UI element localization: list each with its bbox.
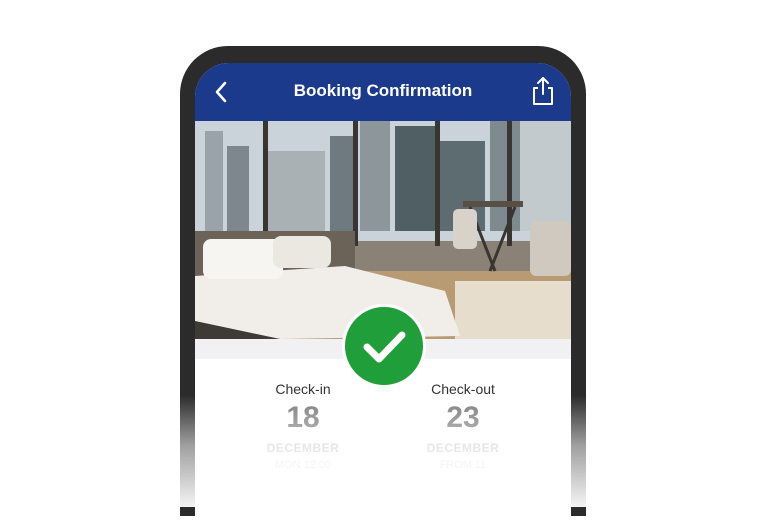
checkin-time: MON 12:00	[274, 459, 332, 471]
share-button[interactable]	[529, 75, 557, 107]
page-title: Booking Confirmation	[293, 81, 473, 100]
checkin-month: DECEMBER	[266, 441, 340, 455]
app-screen: Booking Confirmation Check-in 18 DECEMBE…	[195, 63, 571, 523]
checkout-time: FROM 11	[439, 459, 487, 471]
checkin-day: 18	[286, 401, 320, 434]
checkin-block: Check-in 18 DECEMBER MON 12:00	[243, 381, 363, 471]
checkout-block: Check-out 23 DECEMBER FROM 11	[403, 381, 523, 471]
checkout-month: DECEMBER	[426, 441, 500, 455]
app-header: Booking Confirmation	[195, 63, 571, 121]
confirmation-badge	[342, 304, 426, 388]
share-icon	[533, 77, 553, 105]
chevron-left-icon	[215, 81, 227, 103]
checkout-day: 23	[446, 401, 480, 434]
checkmark-icon	[363, 331, 406, 363]
back-button[interactable]	[207, 77, 237, 107]
